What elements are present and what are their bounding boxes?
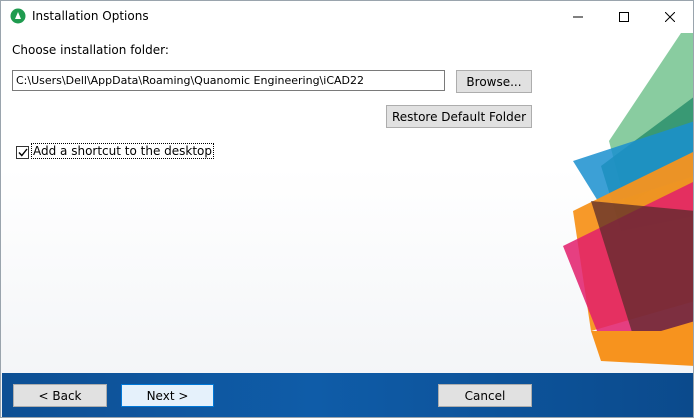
next-button[interactable]: Next > <box>121 384 214 407</box>
decorative-graphic <box>563 33 693 366</box>
installer-window: Installation Options Choose installation… <box>0 0 694 418</box>
maximize-button[interactable] <box>601 1 647 32</box>
shortcut-checkbox-label[interactable]: Add a shortcut to the desktop <box>30 143 215 159</box>
title-bar: Installation Options <box>1 1 693 32</box>
checkmark-icon <box>17 148 28 157</box>
back-button[interactable]: < Back <box>13 384 107 407</box>
app-icon <box>10 8 26 24</box>
install-path-field[interactable]: C:\Users\Dell\AppData\Roaming\Quanomic E… <box>12 70 445 91</box>
folder-label: Choose installation folder: <box>12 43 169 57</box>
minimize-icon <box>573 16 583 17</box>
minimize-button[interactable] <box>555 1 601 32</box>
shortcut-checkbox[interactable] <box>16 146 29 159</box>
cancel-button[interactable]: Cancel <box>438 384 532 407</box>
browse-button[interactable]: Browse... <box>456 70 532 93</box>
close-icon <box>665 11 675 22</box>
close-button[interactable] <box>647 1 693 32</box>
restore-default-folder-button[interactable]: Restore Default Folder <box>386 105 532 128</box>
maximize-icon <box>619 11 629 22</box>
window-title: Installation Options <box>32 9 149 23</box>
